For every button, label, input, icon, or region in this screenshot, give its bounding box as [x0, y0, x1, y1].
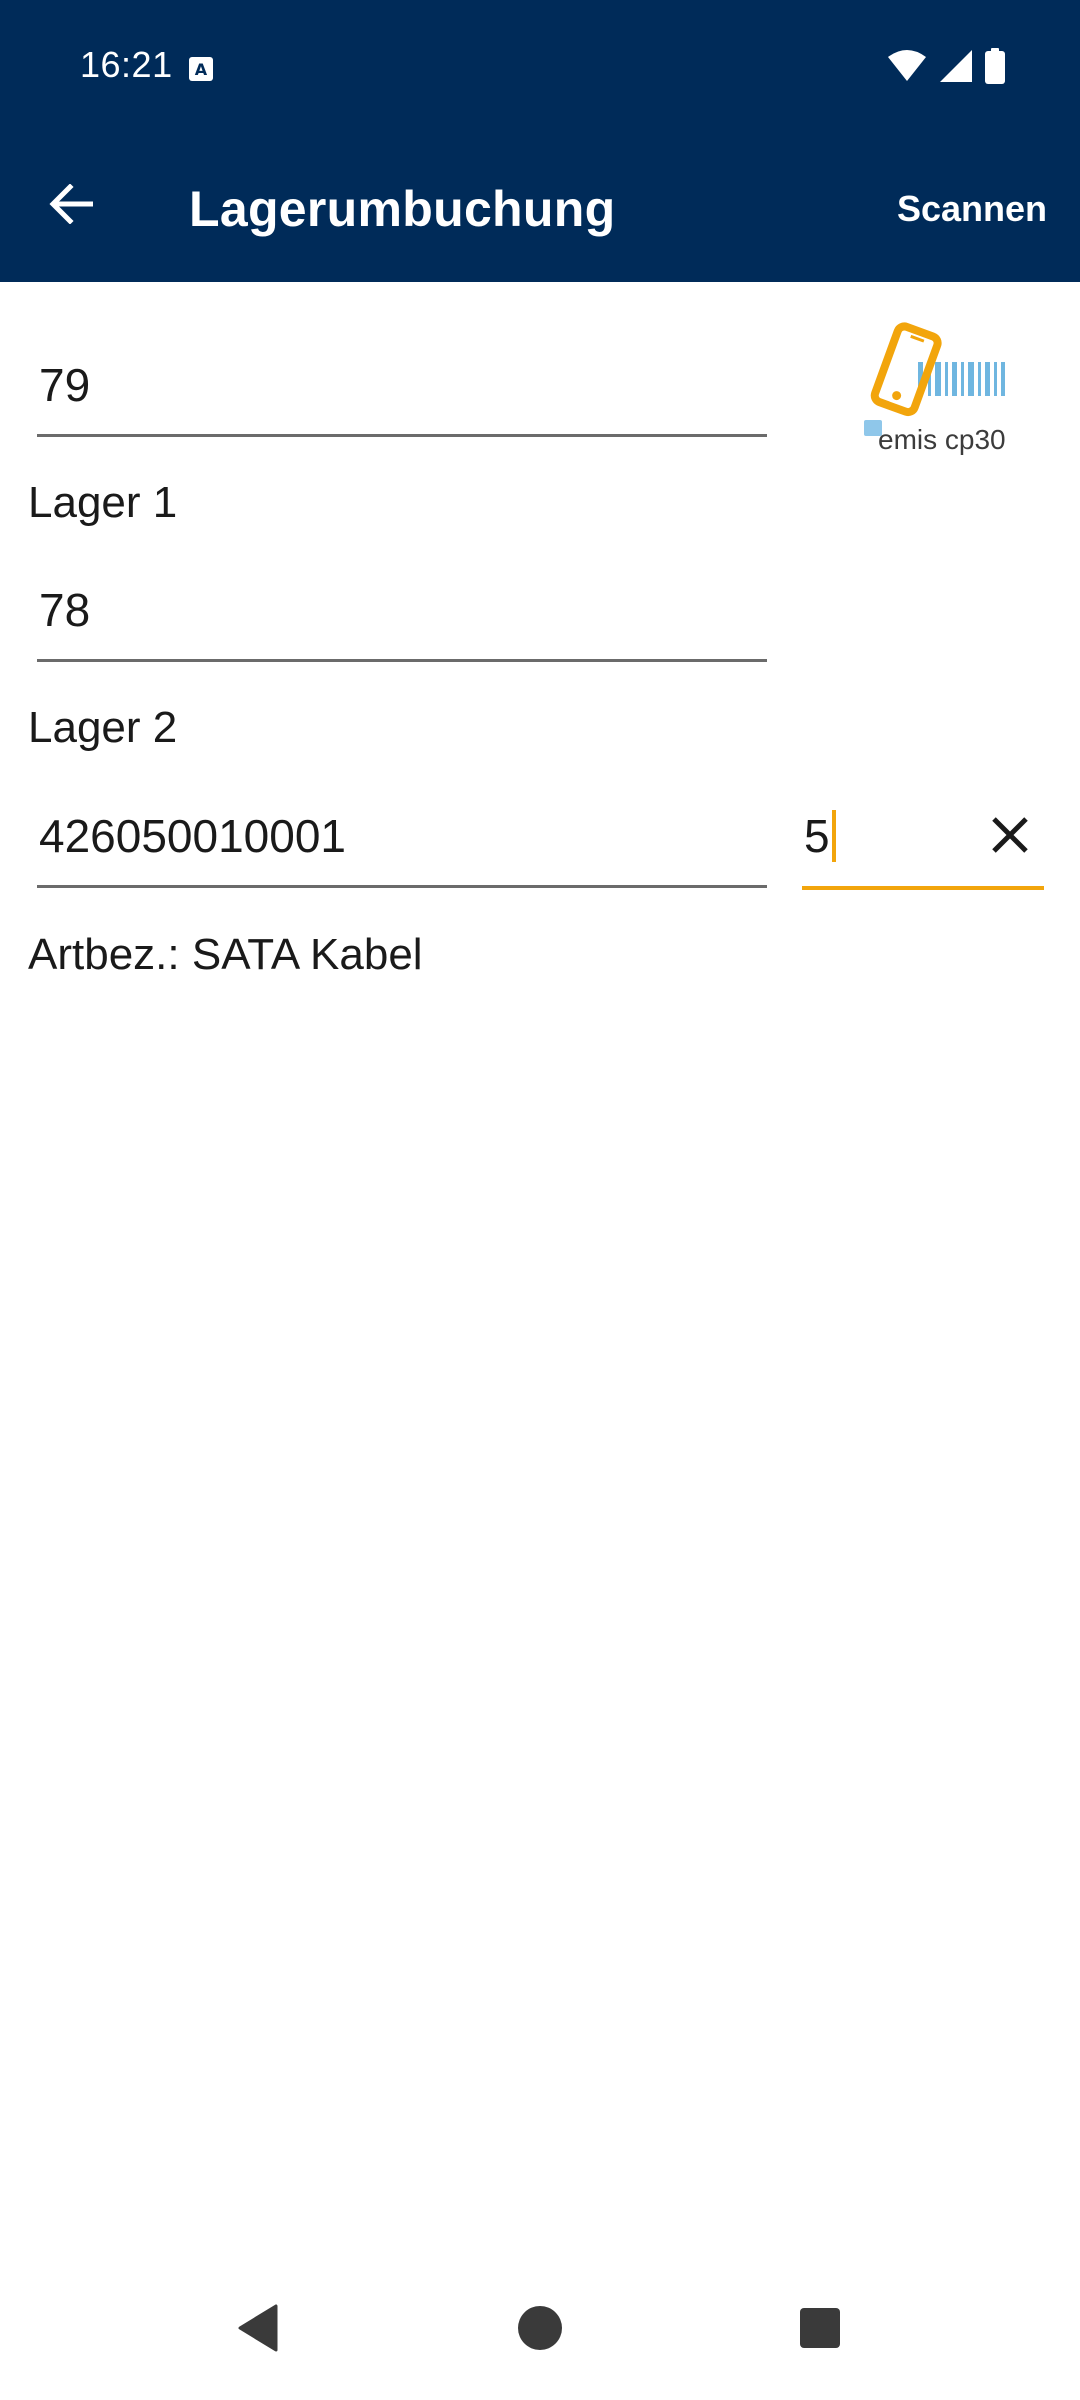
- quantity-value: 5: [804, 810, 830, 862]
- back-triangle-icon: [236, 2304, 280, 2357]
- recents-square-icon: [798, 2306, 842, 2355]
- clear-button[interactable]: [985, 812, 1035, 862]
- svg-text:A: A: [195, 60, 208, 79]
- battery-icon: [985, 47, 1005, 89]
- back-button[interactable]: [40, 174, 104, 238]
- screen: 16:21 A Lagerumbuchung Scannen emis cp30…: [0, 0, 1080, 2400]
- nav-recents-button[interactable]: [784, 2294, 856, 2366]
- lager2-input[interactable]: 78: [37, 560, 767, 662]
- wifi-icon: [887, 49, 927, 88]
- status-time: 16:21: [80, 44, 173, 85]
- article-description: Artbez.: SATA Kabel: [28, 930, 423, 979]
- keyboard-a-icon: A: [188, 56, 214, 82]
- status-bar: 16:21 A: [0, 0, 1080, 130]
- signal-icon: [939, 49, 973, 88]
- lager2-input-value: 78: [39, 583, 91, 636]
- text-cursor: [831, 810, 836, 862]
- home-circle-icon: [516, 2304, 564, 2357]
- logo-text: emis cp30: [878, 424, 1006, 455]
- app-bar: Lagerumbuchung Scannen: [0, 130, 1080, 282]
- nav-home-button[interactable]: [504, 2294, 576, 2366]
- article-number-input[interactable]: 426050010001: [37, 786, 767, 888]
- lager2-label: Lager 2: [28, 703, 178, 752]
- status-icons: [887, 47, 1005, 89]
- lager1-label: Lager 1: [28, 478, 178, 527]
- article-number-value: 426050010001: [39, 809, 346, 862]
- scan-button[interactable]: Scannen: [897, 188, 1047, 230]
- nav-back-button[interactable]: [222, 2294, 294, 2366]
- close-icon: [990, 815, 1030, 860]
- lager1-input[interactable]: 79: [37, 335, 767, 437]
- page-title: Lagerumbuchung: [189, 181, 616, 237]
- lager1-input-value: 79: [39, 358, 91, 411]
- navigation-bar: [0, 2270, 1080, 2400]
- arrow-left-icon: [49, 182, 95, 229]
